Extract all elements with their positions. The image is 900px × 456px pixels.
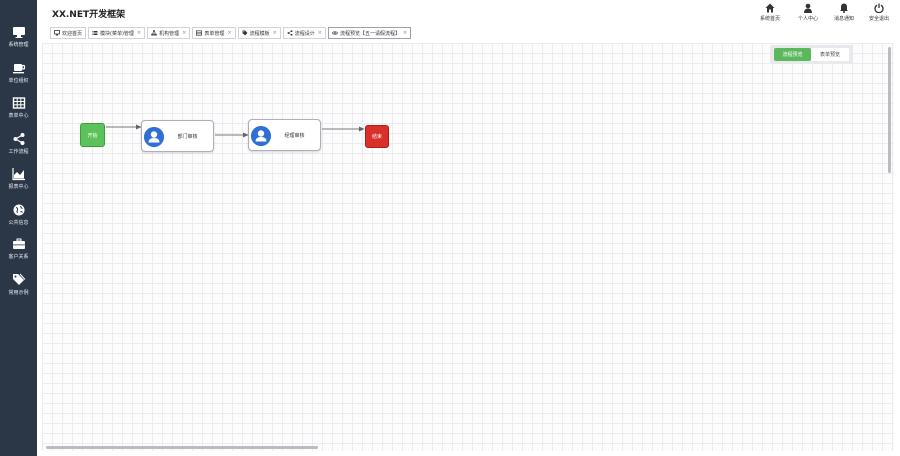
close-icon[interactable]: × <box>403 30 407 36</box>
flow-preview-button[interactable]: 流程预览 <box>774 48 811 61</box>
area-chart-icon <box>11 168 25 181</box>
close-icon[interactable]: × <box>273 30 277 36</box>
profile-label: 个人中心 <box>797 16 818 22</box>
flow-node-start[interactable]: 开始 <box>80 123 105 147</box>
home-button[interactable]: 系统首页 <box>755 3 785 22</box>
tab-flow-preview[interactable]: 流程预览【五一请假流程】 × <box>328 27 412 39</box>
horizontal-scrollbar[interactable] <box>46 446 318 449</box>
tab-label: 流程设计 <box>294 30 315 37</box>
sitemap-icon <box>151 30 157 36</box>
close-icon[interactable]: × <box>227 30 231 36</box>
tab-welcome[interactable]: 欢迎首页 <box>50 27 87 39</box>
home-label: 系统首页 <box>759 16 780 22</box>
tab-label: 欢迎首页 <box>62 30 83 37</box>
tab-label: 流程预览【五一请假流程】 <box>340 30 401 37</box>
form-preview-button[interactable]: 表单预览 <box>811 48 849 61</box>
vertical-scrollbar[interactable] <box>888 47 891 173</box>
sidebar-item-public[interactable]: 公共信息 <box>0 203 37 237</box>
tab-forms[interactable]: 表单管理 × <box>192 27 236 39</box>
tab-label: 模块(菜单)管理 <box>100 30 134 37</box>
app-title: XX.NET开发框架 <box>52 10 126 20</box>
tab-flow-templates[interactable]: 流程模板 × <box>237 27 281 39</box>
sidebar-item-system[interactable]: 系统管理 <box>0 25 37 59</box>
share-icon <box>13 133 24 145</box>
logout-button[interactable]: 安全退出 <box>864 3 894 22</box>
profile-button[interactable]: 个人中心 <box>793 3 823 22</box>
monitor-icon <box>54 30 60 36</box>
logout-label: 安全退出 <box>868 16 889 22</box>
tags-icon <box>12 273 25 285</box>
tag-icon <box>242 30 248 36</box>
tab-flow-design[interactable]: 流程设计 × <box>282 27 326 39</box>
globe-icon <box>13 204 24 216</box>
flow-node-task[interactable]: 部门审核 <box>141 120 214 152</box>
sidebar-item-label: 单位组织 <box>8 78 29 84</box>
tab-label: 机构管理 <box>159 30 180 37</box>
list-icon <box>92 31 98 35</box>
close-icon[interactable]: × <box>137 30 141 36</box>
briefcase-icon <box>12 238 25 249</box>
flow-node-end[interactable]: 结束 <box>365 125 389 148</box>
close-icon[interactable]: × <box>318 30 322 36</box>
sidebar-item-org[interactable]: 单位组织 <box>0 61 37 95</box>
sidebar-item-label: 常用示例 <box>8 290 29 296</box>
tab-org[interactable]: 机构管理 × <box>147 27 191 39</box>
notifications-label: 消息通知 <box>833 16 854 22</box>
sidebar-item-label: 系统管理 <box>8 42 29 48</box>
sidebar-item-workflow[interactable]: 工作流程 <box>0 132 37 166</box>
power-icon <box>874 3 884 13</box>
user-avatar-icon <box>251 126 271 146</box>
bell-icon <box>840 3 848 13</box>
notifications-button[interactable]: 消息通知 <box>829 3 859 22</box>
tab-modules[interactable]: 模块(菜单)管理 × <box>88 27 146 39</box>
close-icon[interactable]: × <box>182 30 186 36</box>
sidebar-item-label: 工作流程 <box>8 149 29 155</box>
monitor-icon <box>12 27 25 38</box>
tab-label: 表单管理 <box>204 30 225 37</box>
user-icon <box>804 3 812 13</box>
preview-toggle: 流程预览 表单预览 <box>770 45 853 64</box>
sidebar-item-label: 表单中心 <box>8 113 29 119</box>
task-label: 经理审核 <box>284 133 305 139</box>
coffee-cup-icon <box>12 64 25 74</box>
tab-label: 流程模板 <box>249 30 270 37</box>
user-avatar-icon <box>144 127 164 147</box>
sidebar-item-reports[interactable]: 报表中心 <box>0 167 37 201</box>
table-icon <box>12 97 25 109</box>
share-icon <box>287 30 293 36</box>
sidebar-item-crm[interactable]: 客户关系 <box>0 237 37 271</box>
sidebar-item-label: 公共信息 <box>8 220 29 226</box>
sidebar: 系统管理 单位组织 表单中心 工作流程 报表中心 公共信息 客户关系 常用示例 <box>0 0 37 456</box>
flow-node-task[interactable]: 经理审核 <box>248 119 321 151</box>
task-label: 部门审核 <box>177 134 198 140</box>
sidebar-item-forms[interactable]: 表单中心 <box>0 96 37 130</box>
home-icon <box>765 3 775 13</box>
flow-canvas[interactable] <box>42 43 894 451</box>
eye-icon <box>332 31 338 35</box>
tab-bar: 欢迎首页 模块(菜单)管理 × 机构管理 × 表单管理 × 流程模板 × 流程设… <box>50 27 412 39</box>
sidebar-item-label: 客户关系 <box>8 254 29 260</box>
sidebar-item-examples[interactable]: 常用示例 <box>0 273 37 307</box>
sidebar-item-label: 报表中心 <box>8 184 29 190</box>
app-root: 系统管理 单位组织 表单中心 工作流程 报表中心 公共信息 客户关系 常用示例 <box>0 0 900 456</box>
table-icon <box>196 30 203 36</box>
